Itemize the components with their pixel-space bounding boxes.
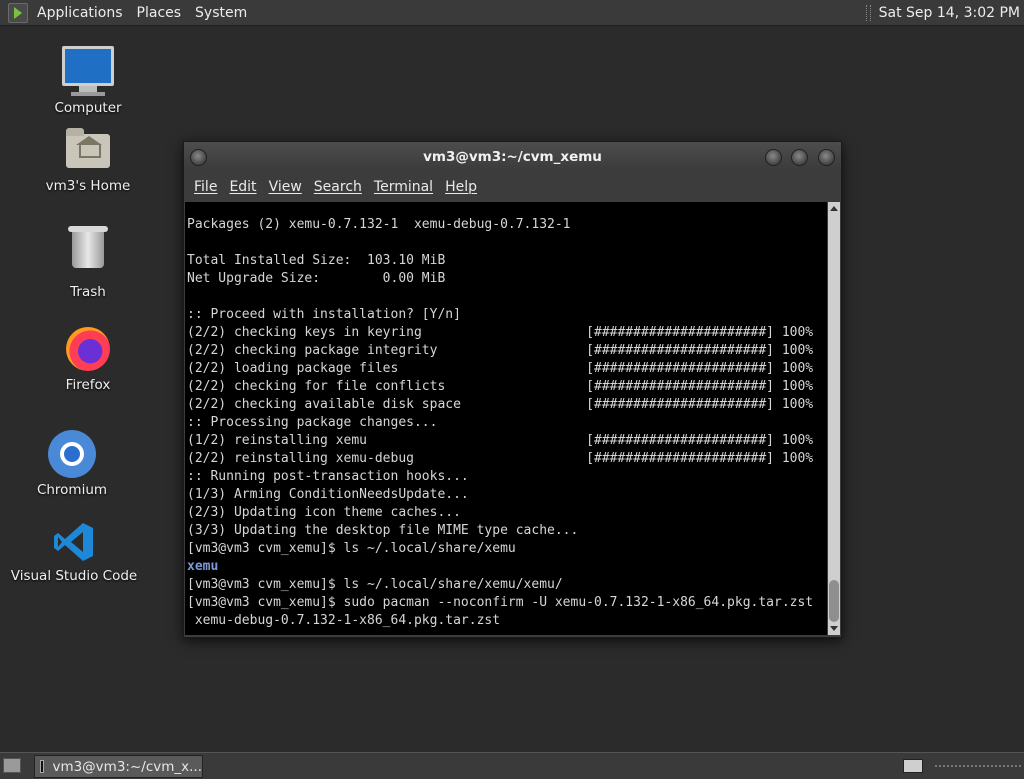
workspace-switcher[interactable] <box>903 759 923 773</box>
terminal-line: xemu-debug-0.7.132-1-x86_64.pkg.tar.zst <box>187 613 501 628</box>
terminal-line: Net Upgrade Size: 0.00 MiB <box>187 271 446 286</box>
applications-menu-icon[interactable] <box>8 2 28 23</box>
scroll-down-arrow-icon[interactable] <box>830 626 838 631</box>
menu-edit[interactable]: Edit <box>229 179 256 195</box>
desktop-icon-label: Computer <box>54 100 122 116</box>
vscode-icon <box>52 520 96 564</box>
home-folder-icon <box>66 128 110 174</box>
desktop-icon-chromium[interactable]: Chromium <box>7 430 137 498</box>
menu-file[interactable]: File <box>194 179 217 195</box>
desktop-icon-computer[interactable]: Computer <box>23 46 153 116</box>
terminal-line: [vm3@vm3 cvm_xemu]$ sudo pacman --noconf… <box>187 595 814 610</box>
terminal-scrollbar[interactable] <box>828 202 840 635</box>
desktop-icon-firefox[interactable]: Firefox <box>23 327 153 393</box>
menu-search[interactable]: Search <box>314 179 362 195</box>
chromium-icon <box>48 430 96 478</box>
desktop-icon-home[interactable]: vm3's Home <box>23 128 153 194</box>
clock-area: Sat Sep 14, 3:02 PM <box>865 0 1020 25</box>
desktop-icon-label: Firefox <box>65 377 111 393</box>
terminal-line: [vm3@vm3 cvm_xemu]$ ls ~/.local/share/xe… <box>187 577 563 592</box>
window-titlebar[interactable]: vm3@vm3:~/cvm_xemu <box>184 142 841 172</box>
maximize-button[interactable] <box>791 149 808 166</box>
desktop-icon-label: Chromium <box>36 482 108 498</box>
desktop-icon-label: vm3's Home <box>45 178 131 194</box>
terminal-line: (2/2) checking package integrity [######… <box>187 343 814 358</box>
terminal-line: :: Processing package changes... <box>187 415 438 430</box>
firefox-icon <box>66 327 110 373</box>
menu-help[interactable]: Help <box>445 179 477 195</box>
terminal-menubar: File Edit View Search Terminal Help <box>184 172 841 202</box>
terminal-line: (1/3) Arming ConditionNeedsUpdate... <box>187 487 469 502</box>
taskbar-button-label: vm3@vm3:~/cvm_x... <box>52 758 202 775</box>
terminal-line: Total Installed Size: 103.10 MiB <box>187 253 446 268</box>
desktop-icon-trash[interactable]: Trash <box>23 226 153 300</box>
show-desktop-icon[interactable] <box>3 758 21 773</box>
applications-menu[interactable]: Applications <box>30 5 130 21</box>
terminal-line: (2/2) checking keys in keyring [########… <box>187 325 814 340</box>
desktop-icon-vscode[interactable]: Visual Studio Code <box>9 520 139 584</box>
desktop-icon-label: Trash <box>70 284 106 300</box>
terminal-line: (2/2) checking available disk space [###… <box>187 397 814 412</box>
terminal-output-area[interactable]: Packages (2) xemu-0.7.132-1 xemu-debug-0… <box>185 202 827 635</box>
minimize-button[interactable] <box>765 149 782 166</box>
bottom-panel: vm3@vm3:~/cvm_x... <box>0 752 1024 779</box>
terminal-output: Packages (2) xemu-0.7.132-1 xemu-debug-0… <box>187 216 813 630</box>
terminal-line: :: Proceed with installation? [Y/n] <box>187 307 461 322</box>
terminal-line: :: Running post-transaction hooks... <box>187 469 469 484</box>
menu-terminal[interactable]: Terminal <box>374 179 433 195</box>
panel-separator <box>865 4 871 21</box>
desktop-icon-label: Visual Studio Code <box>10 568 138 584</box>
scrollbar-thumb[interactable] <box>829 580 839 622</box>
terminal-window[interactable]: vm3@vm3:~/cvm_xemu File Edit View Search… <box>183 141 842 638</box>
terminal-line: (2/3) Updating icon theme caches... <box>187 505 461 520</box>
terminal-line: Packages (2) xemu-0.7.132-1 xemu-debug-0… <box>187 217 571 232</box>
panel-handle <box>935 765 1021 769</box>
clock[interactable]: Sat Sep 14, 3:02 PM <box>879 5 1020 21</box>
computer-icon <box>62 46 114 96</box>
taskbar-terminal-button[interactable]: vm3@vm3:~/cvm_x... <box>34 755 203 778</box>
terminal-icon <box>40 760 45 773</box>
scroll-up-arrow-icon[interactable] <box>830 206 838 211</box>
terminal-line: [vm3@vm3 cvm_xemu]$ ls ~/.local/share/xe… <box>187 541 516 556</box>
close-button[interactable] <box>818 149 835 166</box>
menu-view[interactable]: View <box>269 179 302 195</box>
terminal-line: xemu <box>187 559 219 574</box>
window-title: vm3@vm3:~/cvm_xemu <box>423 149 602 165</box>
top-panel: Applications Places System Sat Sep 14, 3… <box>0 0 1024 26</box>
trash-icon <box>68 226 108 280</box>
places-menu[interactable]: Places <box>130 5 189 21</box>
terminal-line: (3/3) Updating the desktop file MIME typ… <box>187 523 579 538</box>
window-menu-button[interactable] <box>190 149 207 166</box>
terminal-line: (1/2) reinstalling xemu [###############… <box>187 433 814 448</box>
system-menu[interactable]: System <box>188 5 254 21</box>
terminal-line: (2/2) reinstalling xemu-debug [#########… <box>187 451 814 466</box>
terminal-line: (2/2) checking for file conflicts [#####… <box>187 379 814 394</box>
terminal-line: (2/2) loading package files [###########… <box>187 361 814 376</box>
